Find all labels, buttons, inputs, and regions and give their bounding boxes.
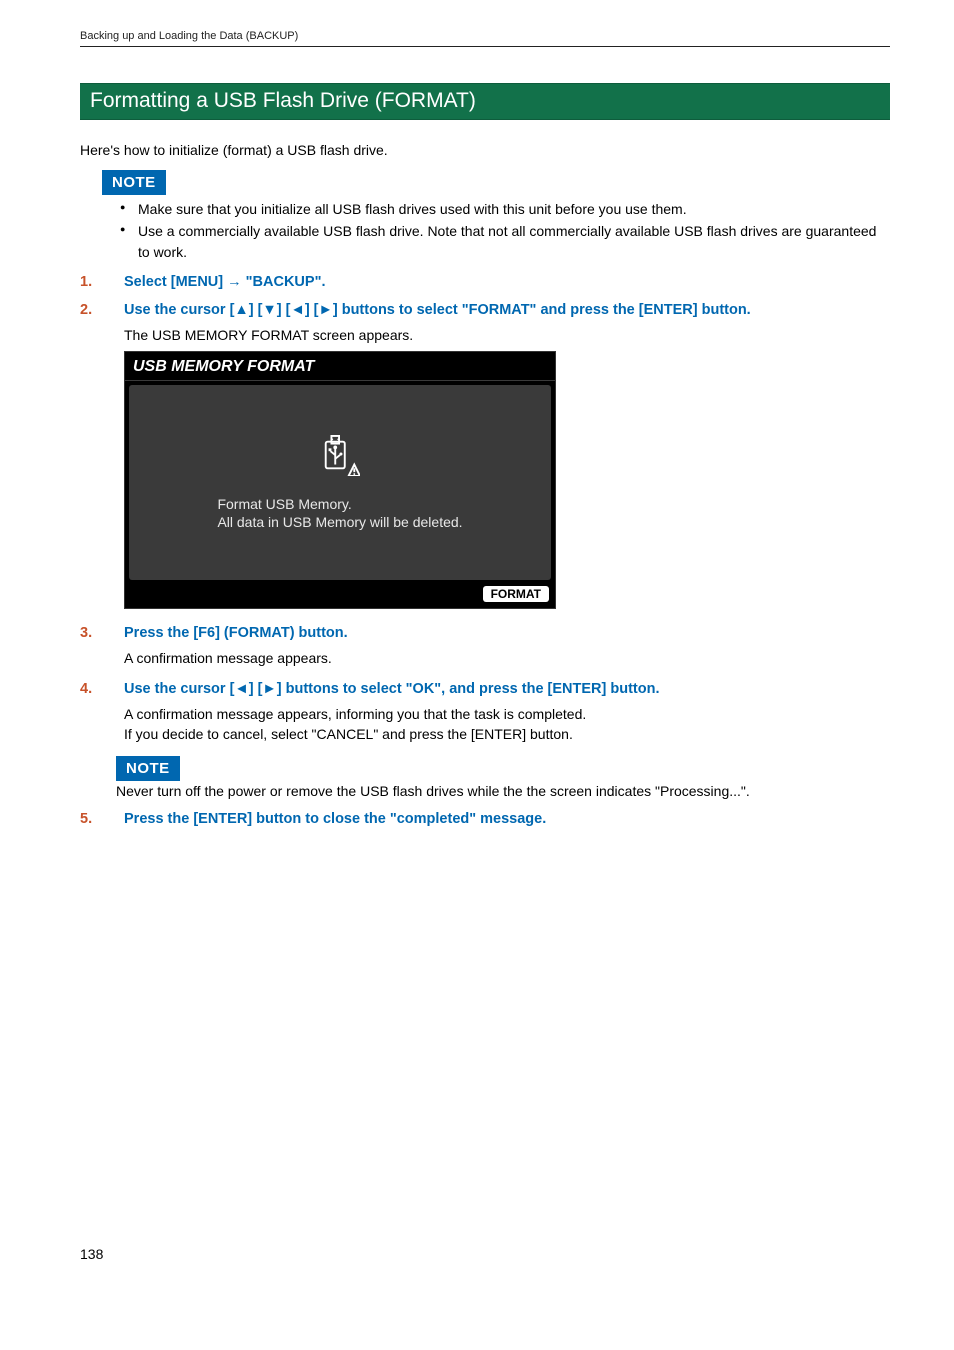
running-header: Backing up and Loading the Data (BACKUP) bbox=[80, 30, 890, 47]
note-badge: NOTE bbox=[116, 756, 180, 781]
intro-text: Here's how to initialize (format) a USB … bbox=[80, 142, 890, 158]
step-text: Use the cursor [▲] [▼] [◄] [►] buttons t… bbox=[124, 302, 890, 318]
step-5: 5. Press the [ENTER] button to close the… bbox=[80, 811, 890, 827]
step-2-sub: The USB MEMORY FORMAT screen appears. bbox=[124, 326, 890, 346]
device-screen-line1: Format USB Memory. bbox=[217, 495, 462, 514]
step-number: 1. bbox=[80, 274, 124, 290]
note-badge: NOTE bbox=[102, 170, 166, 195]
usb-warning-icon bbox=[320, 434, 360, 481]
step-4-sub2: If you decide to cancel, select "CANCEL"… bbox=[124, 725, 890, 745]
step-text-post: "BACKUP". bbox=[242, 274, 326, 290]
format-button[interactable]: FORMAT bbox=[483, 586, 549, 602]
step-text: Select [MENU] → "BACKUP". bbox=[124, 274, 890, 290]
step-number: 3. bbox=[80, 625, 124, 641]
step-2: 2. Use the cursor [▲] [▼] [◄] [►] button… bbox=[80, 302, 890, 318]
step-number: 2. bbox=[80, 302, 124, 318]
step-text-pre: Select [MENU] bbox=[124, 274, 227, 290]
step-3: 3. Press the [F6] (FORMAT) button. bbox=[80, 625, 890, 641]
step-number: 5. bbox=[80, 811, 124, 827]
note-bullet: Make sure that you initialize all USB fl… bbox=[138, 199, 890, 219]
step-1: 1. Select [MENU] → "BACKUP". bbox=[80, 274, 890, 290]
device-screen-body: Format USB Memory. All data in USB Memor… bbox=[129, 385, 551, 580]
step-3-sub: A confirmation message appears. bbox=[124, 649, 890, 669]
arrow-icon: → bbox=[227, 274, 242, 290]
note2-text: Never turn off the power or remove the U… bbox=[116, 783, 890, 799]
device-screen: USB MEMORY FORMAT bbox=[124, 351, 556, 609]
device-screen-message: Format USB Memory. All data in USB Memor… bbox=[217, 495, 462, 533]
step-4-sub1: A confirmation message appears, informin… bbox=[124, 705, 890, 725]
step-text: Press the [ENTER] button to close the "c… bbox=[124, 811, 890, 827]
section-title: Formatting a USB Flash Drive (FORMAT) bbox=[80, 83, 890, 120]
note-bullet-list: Make sure that you initialize all USB fl… bbox=[80, 199, 890, 262]
device-screen-line2: All data in USB Memory will be deleted. bbox=[217, 513, 462, 532]
device-screen-title: USB MEMORY FORMAT bbox=[125, 352, 555, 381]
page: Backing up and Loading the Data (BACKUP)… bbox=[0, 0, 954, 1350]
device-screen-footer: FORMAT bbox=[125, 580, 555, 608]
step-4: 4. Use the cursor [◄] [►] buttons to sel… bbox=[80, 681, 890, 697]
step-text: Use the cursor [◄] [►] buttons to select… bbox=[124, 681, 890, 697]
note-bullet: Use a commercially available USB flash d… bbox=[138, 221, 890, 262]
step-number: 4. bbox=[80, 681, 124, 697]
step-text: Press the [F6] (FORMAT) button. bbox=[124, 625, 890, 641]
page-number: 138 bbox=[80, 1246, 103, 1262]
